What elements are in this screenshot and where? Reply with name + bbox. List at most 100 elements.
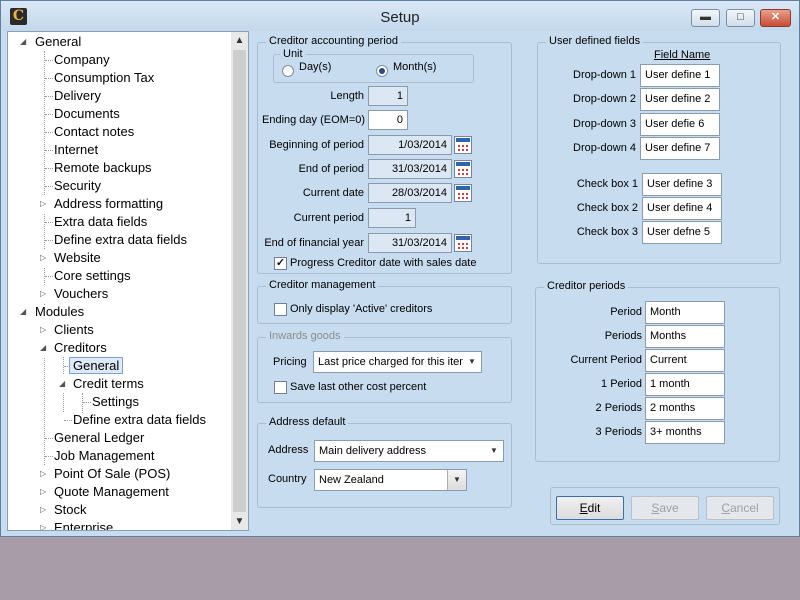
close-button[interactable]: ✕: [760, 9, 791, 27]
tree-item-settings[interactable]: Settings: [92, 393, 139, 411]
chevron-down-icon[interactable]: ▼: [447, 470, 466, 490]
collapse-arrow-icon[interactable]: ◢: [20, 303, 26, 321]
tree-item-enterprise[interactable]: Enterprise: [54, 519, 113, 530]
tree-item-creditors-define-extra[interactable]: Define extra data fields: [73, 411, 206, 429]
dropdown-3-field[interactable]: User defie 6: [640, 113, 720, 136]
checkbox-1-field[interactable]: User define 3: [642, 173, 722, 196]
save-label: ave: [659, 501, 679, 515]
title-bar[interactable]: C Setup ▬ □ ✕: [1, 1, 799, 31]
pricing-select[interactable]: Last price charged for this item ▼: [313, 351, 482, 373]
edit-button[interactable]: Edit: [556, 496, 624, 520]
tree-item-consumption-tax[interactable]: Consumption Tax: [54, 69, 154, 87]
current-date-field[interactable]: 28/03/2014: [368, 183, 472, 203]
tree-item-clients[interactable]: Clients: [54, 321, 94, 339]
checkbox-3-field[interactable]: User defne 5: [642, 221, 722, 244]
minimize-button[interactable]: ▬: [691, 9, 720, 27]
tree-item-general-ledger[interactable]: General Ledger: [54, 429, 144, 447]
address-select[interactable]: Main delivery address ▼: [314, 440, 504, 462]
beginning-date-value[interactable]: 1/03/2014: [368, 135, 452, 155]
calendar-icon[interactable]: [454, 184, 472, 202]
tree-item-modules[interactable]: Modules: [35, 303, 84, 321]
save-last-checkbox[interactable]: [274, 381, 287, 394]
tree-item-internet[interactable]: Internet: [54, 141, 98, 159]
tree-item-vouchers[interactable]: Vouchers: [54, 285, 108, 303]
end-fy-date-field[interactable]: 31/03/2014: [368, 233, 472, 253]
tree-item-delivery[interactable]: Delivery: [54, 87, 101, 105]
expand-arrow-icon[interactable]: ▷: [40, 483, 47, 501]
only-active-checkbox[interactable]: [274, 303, 287, 316]
tree-item-remote-backups[interactable]: Remote backups: [54, 159, 152, 177]
expand-arrow-icon[interactable]: ▷: [40, 501, 47, 519]
tree-item-address-formatting[interactable]: Address formatting: [54, 195, 163, 213]
dropdown-4-field[interactable]: User define 7: [640, 137, 720, 160]
chevron-down-icon[interactable]: ▼: [463, 352, 481, 372]
beginning-date-field[interactable]: 1/03/2014: [368, 135, 472, 155]
dropdown-4-label: Drop-down 4: [573, 142, 636, 154]
save-button[interactable]: Save: [631, 496, 699, 520]
scroll-thumb[interactable]: [233, 50, 246, 512]
two-periods-field[interactable]: 2 months: [645, 397, 725, 420]
tree-scrollbar[interactable]: ▲ ▼: [231, 32, 248, 530]
minimize-icon: ▬: [700, 11, 711, 23]
dropdown-2-field[interactable]: User define 2: [640, 88, 720, 111]
settings-tree[interactable]: ◢ General Company Consumption Tax Delive…: [7, 31, 249, 531]
tree-item-pos[interactable]: Point Of Sale (POS): [54, 465, 170, 483]
current-period-name-field[interactable]: Current: [645, 349, 725, 372]
current-date-value[interactable]: 28/03/2014: [368, 183, 452, 203]
unit-months-radio[interactable]: [376, 65, 388, 77]
scroll-up-icon[interactable]: ▲: [231, 32, 248, 49]
end-fy-date-value[interactable]: 31/03/2014: [368, 233, 452, 253]
tree-item-core-settings[interactable]: Core settings: [54, 267, 131, 285]
maximize-button[interactable]: □: [726, 9, 755, 27]
collapse-arrow-icon[interactable]: ◢: [59, 375, 66, 393]
length-field[interactable]: 1: [368, 86, 408, 106]
tree-item-website[interactable]: Website: [54, 249, 101, 267]
tree-connector: [45, 60, 53, 61]
collapse-arrow-icon[interactable]: ◢: [20, 33, 26, 51]
tree-item-contact-notes[interactable]: Contact notes: [54, 123, 134, 141]
tree-item-general[interactable]: General: [35, 33, 81, 51]
collapse-arrow-icon[interactable]: ◢: [40, 339, 47, 357]
end-date-field[interactable]: 31/03/2014: [368, 159, 472, 179]
period-field[interactable]: Month: [645, 301, 725, 324]
dropdown-1-field[interactable]: User define 1: [640, 64, 720, 87]
country-select[interactable]: New Zealand ▼: [314, 469, 467, 491]
group-title: Address default: [266, 416, 349, 428]
tree-item-creditors-general[interactable]: General: [68, 357, 124, 375]
expand-arrow-icon[interactable]: ▷: [40, 519, 47, 530]
current-period-field[interactable]: 1: [368, 208, 416, 228]
ending-day-field[interactable]: 0: [368, 110, 408, 130]
calendar-icon[interactable]: [454, 234, 472, 252]
progress-label: Progress Creditor date with sales date: [290, 257, 477, 269]
cancel-button[interactable]: Cancel: [706, 496, 774, 520]
expand-arrow-icon[interactable]: ▷: [40, 321, 47, 339]
periods-field[interactable]: Months: [645, 325, 725, 348]
expand-arrow-icon[interactable]: ▷: [40, 195, 47, 213]
three-periods-field[interactable]: 3+ months: [645, 421, 725, 444]
dropdown-1-label: Drop-down 1: [573, 69, 636, 81]
chevron-down-icon[interactable]: ▼: [485, 441, 503, 461]
tree-item-extra-data-fields[interactable]: Extra data fields: [54, 213, 147, 231]
tree-item-job-management[interactable]: Job Management: [54, 447, 154, 465]
tree-item-credit-terms[interactable]: Credit terms: [73, 375, 144, 393]
calendar-icon[interactable]: [454, 160, 472, 178]
creditor-periods-group: Creditor periods Period Month Periods Mo…: [535, 280, 780, 462]
expand-arrow-icon[interactable]: ▷: [40, 285, 47, 303]
tree-item-quote-management[interactable]: Quote Management: [54, 483, 169, 501]
unit-days-radio[interactable]: [282, 65, 294, 77]
progress-checkbox[interactable]: ✓: [274, 257, 287, 270]
tree-item-documents[interactable]: Documents: [54, 105, 120, 123]
scroll-down-icon[interactable]: ▼: [231, 513, 248, 530]
expand-arrow-icon[interactable]: ▷: [40, 465, 47, 483]
tree-item-define-extra-data-fields[interactable]: Define extra data fields: [54, 231, 187, 249]
end-date-value[interactable]: 31/03/2014: [368, 159, 452, 179]
tree-item-stock[interactable]: Stock: [54, 501, 87, 519]
checkbox-2-field[interactable]: User define 4: [642, 197, 722, 220]
tree-item-company[interactable]: Company: [54, 51, 110, 69]
calendar-icon[interactable]: [454, 136, 472, 154]
expand-arrow-icon[interactable]: ▷: [40, 249, 47, 267]
pricing-value: Last price charged for this item: [318, 356, 469, 368]
tree-item-security[interactable]: Security: [54, 177, 101, 195]
one-period-field[interactable]: 1 month: [645, 373, 725, 396]
tree-item-creditors[interactable]: Creditors: [54, 339, 107, 357]
